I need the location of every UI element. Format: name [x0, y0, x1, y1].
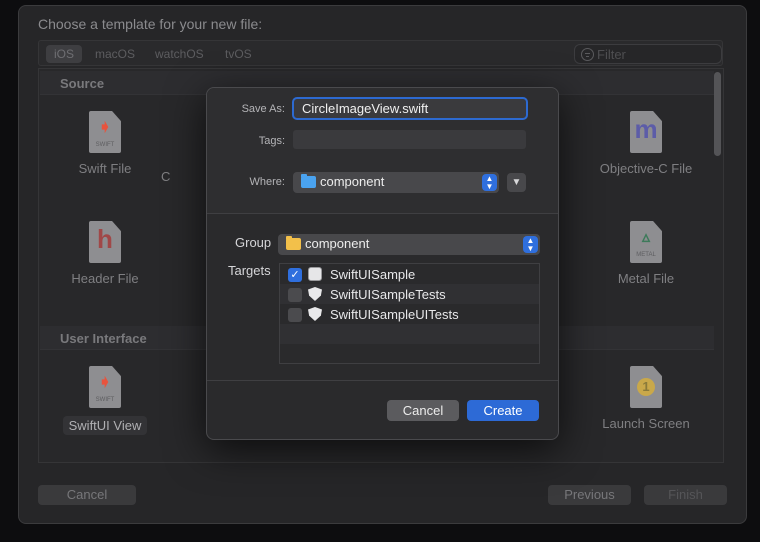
- swiftui-view-icon: ➧ SWIFT: [89, 366, 121, 408]
- checkbox[interactable]: [288, 308, 302, 322]
- tab-tvos[interactable]: tvOS: [217, 45, 260, 63]
- template-header-file[interactable]: h Header File: [45, 221, 165, 286]
- chevron-up-down-icon: ▲ ▼: [482, 174, 497, 191]
- chevron-up-down-icon: ▲ ▼: [523, 236, 538, 253]
- swift-file-icon: ➧ SWIFT: [89, 111, 121, 153]
- target-name: SwiftUISample: [330, 267, 416, 282]
- create-button[interactable]: Create: [467, 400, 539, 421]
- finish-button[interactable]: Finish: [644, 485, 727, 505]
- header-glyph: h: [97, 224, 113, 254]
- dialog-cancel-button[interactable]: Cancel: [387, 400, 459, 421]
- template-label: C: [161, 169, 171, 184]
- group-popup[interactable]: component ▲ ▼: [278, 234, 540, 255]
- test-target-icon: [308, 287, 322, 301]
- section-title-source: Source: [60, 76, 105, 91]
- target-row[interactable]: SwiftUISampleUITests: [280, 304, 539, 324]
- where-popup[interactable]: component ▲ ▼: [293, 172, 499, 193]
- where-value: component: [320, 174, 385, 189]
- sheet-cancel-button[interactable]: Cancel: [38, 485, 136, 505]
- launch-screen-glyph: 1: [637, 378, 655, 396]
- scrollbar[interactable]: [714, 72, 721, 156]
- checkbox[interactable]: [288, 288, 302, 302]
- platform-tab-bar: iOS macOS watchOS tvOS Filter: [38, 40, 723, 66]
- target-row-empty: [280, 324, 539, 344]
- targets-label: Targets: [228, 263, 271, 278]
- template-launch-screen[interactable]: 1 Launch Screen: [586, 366, 706, 431]
- launch-screen-icon: 1: [630, 366, 662, 408]
- folder-icon: [301, 174, 316, 188]
- section-title-user-interface: User Interface: [60, 331, 147, 346]
- template-metal-file[interactable]: ▵ METAL Metal File: [586, 221, 706, 286]
- metal-file-icon: ▵ METAL: [630, 221, 662, 263]
- template-objective-c-file[interactable]: m Objective-C File: [586, 111, 706, 176]
- divider: [207, 380, 558, 381]
- objective-c-file-icon: m: [630, 111, 662, 153]
- checkbox-checked[interactable]: ✓: [288, 268, 302, 282]
- expand-chevron-icon[interactable]: ▼: [507, 173, 526, 192]
- tags-label: Tags:: [258, 135, 285, 147]
- target-row[interactable]: ✓ SwiftUISample: [280, 264, 539, 284]
- header-file-icon: h: [89, 221, 121, 263]
- save-location-panel: Save As: CircleImageView.swift Tags: Whe…: [207, 88, 558, 214]
- tab-watchos[interactable]: watchOS: [147, 45, 212, 63]
- tab-ios[interactable]: iOS: [46, 45, 83, 63]
- targets-list: ✓ SwiftUISample SwiftUISampleTests Swift…: [279, 263, 540, 364]
- template-label: Objective-C File: [599, 161, 693, 176]
- save-as-field[interactable]: CircleImageView.swift: [292, 97, 528, 120]
- group-value: component: [305, 236, 370, 251]
- swiftui-view-icon-caption: SWIFT: [95, 397, 115, 403]
- template-label: Header File: [71, 271, 139, 286]
- template-label: Metal File: [617, 271, 675, 286]
- filter-placeholder: Filter: [597, 47, 626, 62]
- template-swift-file[interactable]: ➧ SWIFT Swift File: [45, 111, 165, 176]
- save-dialog: Save As: CircleImageView.swift Tags: Whe…: [206, 87, 559, 440]
- group-label: Group: [235, 235, 272, 250]
- previous-button[interactable]: Previous: [548, 485, 631, 505]
- template-swiftui-view[interactable]: ➧ SWIFT SwiftUI View: [45, 366, 165, 435]
- folder-icon: [286, 236, 301, 250]
- save-as-label: Save As:: [241, 103, 285, 115]
- template-label: SwiftUI View: [62, 416, 148, 435]
- objective-c-glyph: m: [634, 114, 658, 144]
- target-name: SwiftUISampleTests: [330, 287, 446, 302]
- test-target-icon: [308, 307, 322, 321]
- swift-file-icon-caption: SWIFT: [95, 142, 115, 148]
- sheet-title: Choose a template for your new file:: [38, 16, 263, 32]
- target-row[interactable]: SwiftUISampleTests: [280, 284, 539, 304]
- template-label: Swift File: [78, 161, 132, 176]
- target-name: SwiftUISampleUITests: [330, 307, 459, 322]
- template-label: Launch Screen: [602, 416, 690, 431]
- where-label: Where:: [249, 176, 285, 188]
- tags-field[interactable]: [293, 130, 526, 149]
- filter-icon: [581, 48, 594, 61]
- template-partial-c[interactable]: C: [161, 169, 201, 184]
- tab-macos[interactable]: macOS: [87, 45, 143, 63]
- filter-field[interactable]: Filter: [574, 44, 722, 64]
- metal-file-icon-caption: METAL: [636, 252, 656, 258]
- app-target-icon: [308, 267, 322, 281]
